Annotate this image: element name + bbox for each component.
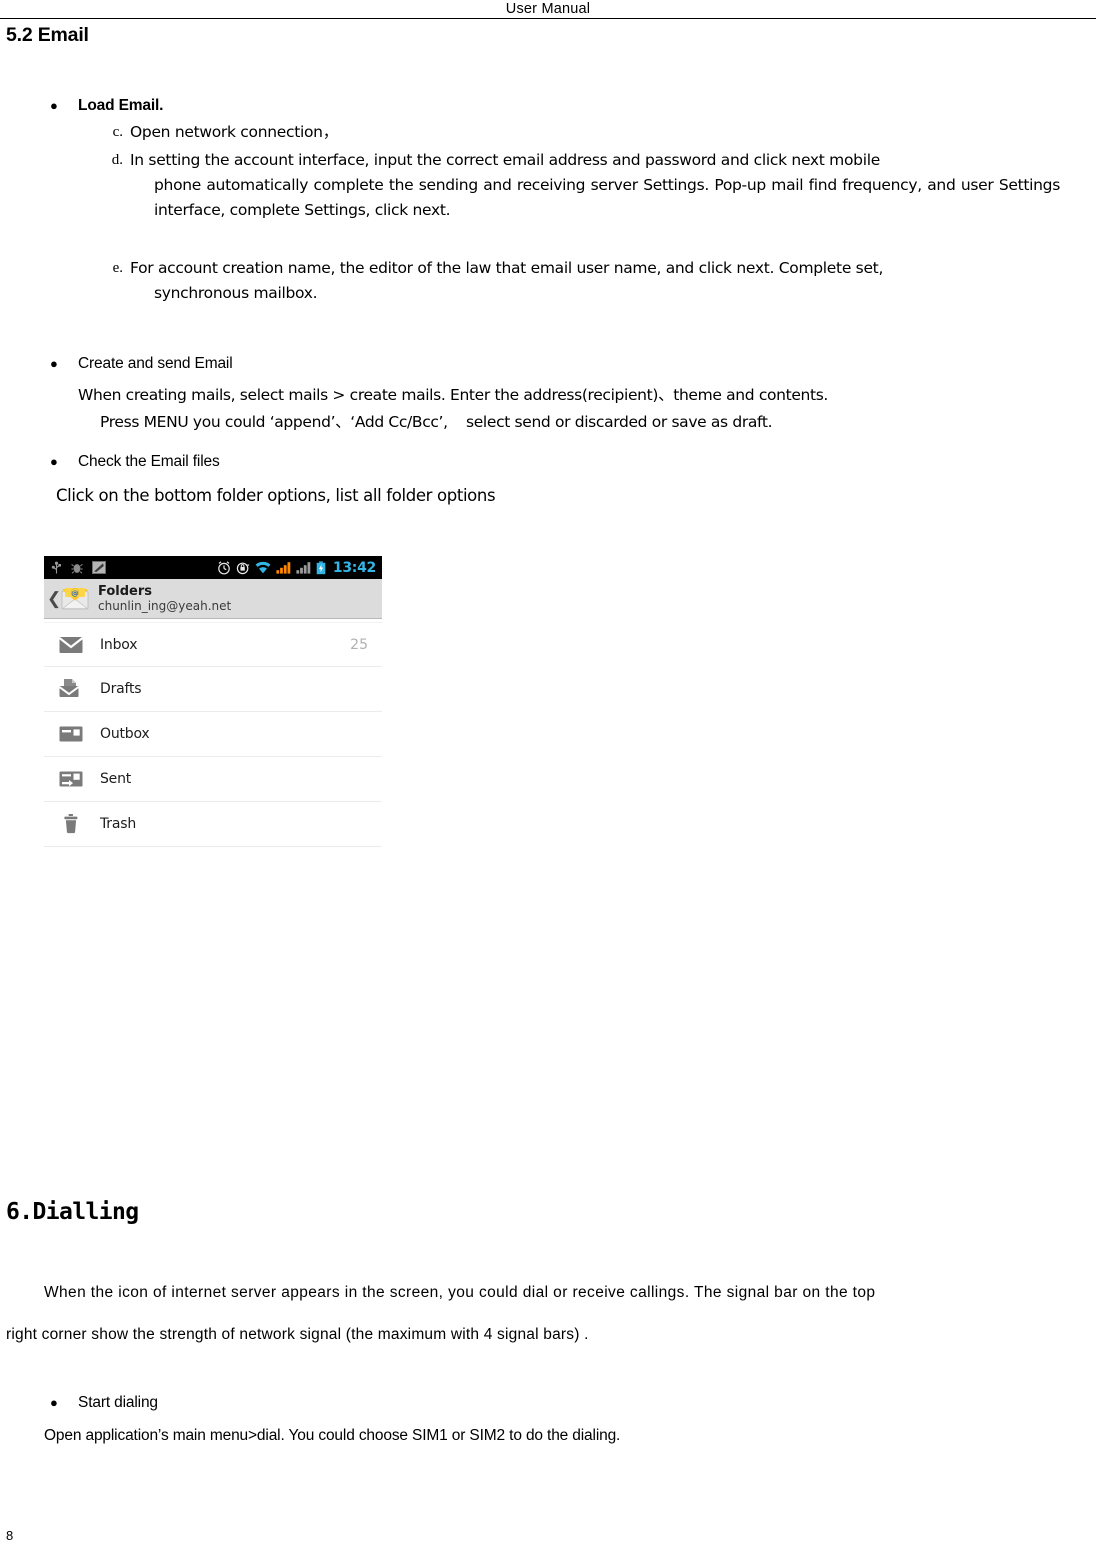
- running-header-title: User Manual: [505, 1, 591, 17]
- header-divider: [0, 18, 1096, 19]
- list-marker-d: d.: [111, 152, 123, 168]
- account-email: chunlin_ing@yeah.net: [98, 598, 232, 613]
- dialling-paragraph-line2: right corner show the strength of networ…: [6, 1326, 589, 1343]
- svg-text:@: @: [71, 588, 78, 597]
- folder-row-outbox[interactable]: Outbox: [44, 712, 382, 757]
- running-header: User Manual: [0, 0, 1096, 20]
- back-chevron-icon[interactable]: ❮: [47, 590, 61, 607]
- folder-name: Outbox: [100, 726, 150, 742]
- status-bar-clock: 13:42: [332, 559, 376, 576]
- status-bar-left-icons: [51, 561, 106, 575]
- debug-icon: [71, 563, 83, 574]
- status-bar-right-icons: 13:42: [217, 556, 376, 579]
- folders-title: Folders: [98, 583, 153, 599]
- folder-name: Drafts: [100, 681, 142, 697]
- screenshot-icon: [92, 561, 106, 574]
- bullet-create-send-email: ● Create and send Email: [44, 353, 233, 374]
- check-files-line1: Click on the bottom folder options, list…: [56, 486, 496, 505]
- list-marker-e: e.: [112, 260, 123, 276]
- folder-name: Sent: [100, 771, 132, 787]
- folder-name: Inbox: [100, 636, 138, 653]
- signal-sim1-icon: [276, 562, 291, 574]
- list-text-e-line1: For account creation name, the editor of…: [130, 259, 884, 277]
- create-send-line2: Press MENU you could ‘append’、‘Add Cc/Bc…: [100, 413, 773, 431]
- folder-row-drafts[interactable]: Drafts: [44, 667, 382, 712]
- page-number: 8: [6, 1528, 14, 1543]
- usb-icon: [51, 561, 61, 573]
- battery-icon: [316, 560, 326, 574]
- list-item-c: c. Open network connection，: [100, 120, 1060, 145]
- folder-name: Trash: [100, 816, 136, 832]
- list-text-c: Open network connection，: [130, 123, 338, 141]
- email-envelope-icon: @: [60, 586, 90, 612]
- bullet-start-dialing-label: Start dialing: [78, 1394, 158, 1411]
- list-text-e-line2: synchronous mailbox.: [154, 284, 318, 302]
- bullet-check-email-files-label: Check the Email files: [78, 453, 220, 470]
- list-text-d-line1: In setting the account interface, input …: [130, 151, 880, 169]
- list-text-d-line2: phone automatically complete the sending…: [154, 176, 1060, 219]
- drafts-icon: [58, 678, 84, 700]
- inbox-envelope-icon: [58, 634, 84, 656]
- list-text-d: In setting the account interface, input …: [130, 148, 1085, 223]
- list-marker-c: c.: [112, 124, 123, 140]
- bullet-load-email-label: Load Email.: [78, 97, 164, 114]
- dialling-heading: 6.Dialling: [6, 1199, 139, 1225]
- list-item-d: d. In setting the account interface, inp…: [100, 148, 1096, 223]
- bullet-icon: ●: [50, 98, 58, 113]
- email-folders-screenshot: 13:42 ❮ @ Folders chunlin_ing@yeah.net I…: [44, 556, 382, 847]
- bullet-icon: ●: [50, 356, 58, 371]
- start-dialing-line1: Open application’s main menu>dial. You c…: [44, 1427, 621, 1444]
- android-status-bar: 13:42: [44, 556, 382, 579]
- folder-row-sent[interactable]: Sent: [44, 757, 382, 802]
- folder-row-inbox[interactable]: Inbox 25: [44, 622, 382, 667]
- bullet-check-email-files: ● Check the Email files: [44, 451, 220, 472]
- create-send-line1: When creating mails, select mails > crea…: [78, 386, 829, 404]
- page-title: 5.2 Email: [6, 24, 89, 46]
- account-text-block: Folders chunlin_ing@yeah.net: [98, 584, 231, 614]
- folders-account-bar[interactable]: ❮ @ Folders chunlin_ing@yeah.net: [44, 579, 382, 619]
- bullet-create-send-email-label: Create and send Email: [78, 355, 233, 372]
- list-text-e: For account creation name, the editor of…: [130, 256, 1090, 306]
- trash-icon: [58, 813, 84, 835]
- alarm-clock-icon: [218, 560, 230, 574]
- folder-list: Inbox 25 Drafts Outbox Sent Trash: [44, 619, 382, 847]
- sent-icon: [58, 768, 84, 790]
- bullet-icon: ●: [50, 1395, 58, 1410]
- rotation-lock-icon: [236, 562, 250, 574]
- signal-sim2-icon: [296, 562, 311, 574]
- list-item-e: e. For account creation name, the editor…: [100, 256, 1096, 306]
- folder-unread-count: 25: [350, 636, 368, 653]
- bullet-icon: ●: [50, 454, 58, 469]
- folder-row-trash[interactable]: Trash: [44, 802, 382, 847]
- outbox-icon: [58, 723, 84, 745]
- dialling-paragraph-line1: When the icon of internet server appears…: [44, 1284, 876, 1301]
- bullet-start-dialing: ● Start dialing: [44, 1392, 158, 1413]
- bullet-load-email: ● Load Email.: [44, 95, 163, 116]
- wifi-icon: [255, 561, 271, 574]
